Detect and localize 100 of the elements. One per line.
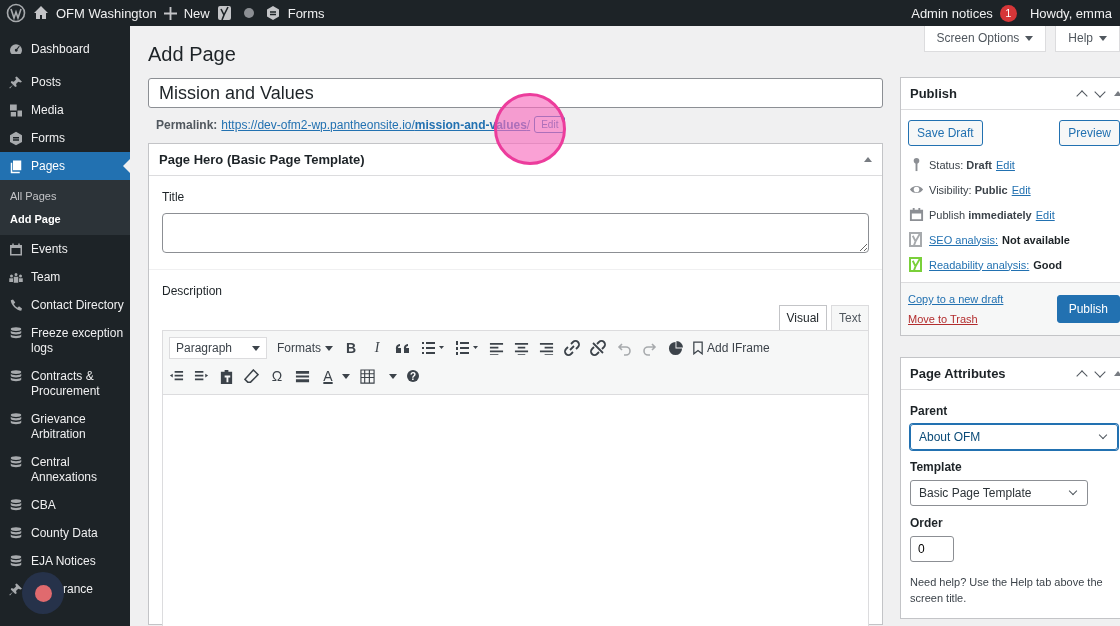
italic-button[interactable]: I <box>369 340 385 356</box>
sidebar-item[interactable]: EJA Notices <box>0 547 130 575</box>
sidebar-item[interactable]: CBA <box>0 491 130 519</box>
order-field[interactable]: 0 <box>910 536 954 562</box>
screen-meta-tab[interactable]: Help <box>1055 26 1120 52</box>
formats-menu[interactable]: Formats <box>277 341 333 355</box>
submenu-item[interactable]: Add Page <box>0 208 130 231</box>
sidebar-item[interactable]: Contact Directory <box>0 291 130 319</box>
trash-link[interactable]: Move to Trash <box>908 313 1004 325</box>
sidebar-item[interactable]: Central Annexations <box>0 448 130 491</box>
plus-icon[interactable] <box>163 6 177 20</box>
collapse-icon[interactable] <box>1114 91 1120 96</box>
status-dot-icon[interactable] <box>243 8 254 18</box>
caret-icon <box>1099 35 1107 41</box>
horizontal-rule-icon[interactable] <box>295 368 310 384</box>
clipboard-icon[interactable] <box>219 368 234 384</box>
title-input-field[interactable] <box>162 213 869 253</box>
database-icon <box>8 553 24 569</box>
field-label: Order <box>910 516 944 530</box>
forms-icon <box>8 130 24 146</box>
page-heading: Add Page <box>148 42 237 67</box>
title-field[interactable]: Mission and Values <box>148 78 883 108</box>
save-draft-button[interactable]: Save Draft <box>908 120 983 146</box>
special-character-button[interactable]: Ω <box>269 368 285 384</box>
caret-icon <box>1025 35 1034 41</box>
sidebar-item[interactable]: Forms <box>0 124 130 152</box>
field-label: Description <box>162 284 224 298</box>
panel-title: Page Attributes <box>910 366 1006 381</box>
calendar-icon <box>8 241 24 257</box>
publish-button[interactable]: Publish <box>1056 295 1120 323</box>
analysis-link[interactable]: SEO analysis: <box>929 233 999 246</box>
gauge-icon <box>8 41 24 57</box>
parent-select[interactable]: About OFM <box>910 424 1118 450</box>
analysis-result: Not available <box>1002 233 1070 246</box>
eraser-icon[interactable] <box>244 368 259 384</box>
unlink-icon[interactable] <box>590 340 606 356</box>
sidebar-item[interactable]: rance <box>0 575 130 603</box>
analysis-link[interactable]: Readability analysis: <box>929 258 1030 271</box>
collapse-icon[interactable] <box>864 157 872 162</box>
numbered-list-icon[interactable] <box>455 340 479 356</box>
bulleted-list-icon[interactable] <box>421 340 445 356</box>
site-name-link[interactable]: OFM Washington <box>56 5 157 21</box>
y-logo-icon[interactable] <box>216 5 233 21</box>
sidebar-item[interactable]: Posts <box>0 68 130 96</box>
pin-icon <box>8 581 24 597</box>
publish-setting: Visibility: Public <box>929 183 1008 196</box>
database-icon <box>8 368 24 384</box>
home-icon[interactable] <box>33 5 49 21</box>
panel-title: Page Hero (Basic Page Template) <box>159 152 365 167</box>
pages-icon <box>8 158 24 174</box>
admin-notices-link[interactable]: Admin notices <box>911 5 993 21</box>
pie-chart-icon[interactable] <box>668 340 683 356</box>
align-right-icon[interactable] <box>539 340 554 356</box>
analysis-result: Good <box>1033 258 1062 271</box>
database-icon <box>8 525 24 541</box>
block-format-select[interactable]: Paragraph <box>169 337 267 359</box>
sidebar-item[interactable]: Events <box>0 235 130 263</box>
sidebar-item[interactable]: Contracts & Procurement <box>0 362 130 405</box>
help-button[interactable]: ? <box>407 370 419 382</box>
align-center-icon[interactable] <box>514 340 529 356</box>
database-icon <box>8 325 24 341</box>
text-color-button[interactable]: A <box>320 368 336 384</box>
table-icon[interactable] <box>360 368 375 384</box>
template-select[interactable]: Basic Page Template <box>910 480 1088 506</box>
align-left-icon[interactable] <box>489 340 504 356</box>
media-icon <box>8 102 24 118</box>
field-label: Parent <box>910 404 949 418</box>
preview-button[interactable]: Preview <box>1059 120 1120 146</box>
sidebar-item[interactable]: Freeze exception logs <box>0 319 130 362</box>
sidebar-item[interactable]: Dashboard <box>0 35 130 63</box>
editor-tab[interactable]: Visual <box>778 305 827 330</box>
collapse-icon[interactable] <box>1114 371 1120 376</box>
screen-meta-tab[interactable]: Screen Options <box>923 26 1047 52</box>
panel-title: Publish <box>910 86 957 101</box>
edit-link[interactable]: Edit <box>1035 208 1055 221</box>
database-icon <box>8 497 24 513</box>
sidebar-item[interactable]: Media <box>0 96 130 124</box>
publish-setting: Publish immediately <box>929 208 1032 221</box>
sidebar-item[interactable]: Pages <box>0 152 130 180</box>
add-iframe-button[interactable]: Add IFrame <box>693 341 770 355</box>
recording-indicator[interactable] <box>22 572 64 614</box>
pin-icon <box>8 74 24 90</box>
edit-link[interactable]: Edit <box>995 158 1015 171</box>
edit-link[interactable]: Edit <box>1011 183 1031 196</box>
database-icon <box>8 411 24 427</box>
new-link[interactable]: New <box>183 5 210 21</box>
sidebar-item[interactable]: Grievance Arbitration <box>0 405 130 448</box>
account-link[interactable]: Howdy, emma <box>1029 5 1112 21</box>
field-label: Template <box>910 460 963 474</box>
sidebar-item[interactable]: Team <box>0 263 130 291</box>
notice-count: 1 <box>999 4 1017 22</box>
copy-draft-link[interactable]: Copy to a new draft <box>908 293 1004 305</box>
forms-icon[interactable] <box>264 5 281 21</box>
sidebar-item[interactable]: County Data <box>0 519 130 547</box>
link-icon[interactable] <box>564 340 580 356</box>
submenu-item[interactable]: All Pages <box>0 185 130 208</box>
bold-button[interactable]: B <box>343 340 359 356</box>
forms-link[interactable]: Forms <box>287 5 325 21</box>
wordpress-logo-icon[interactable] <box>6 3 26 23</box>
editor-tab[interactable]: Text <box>831 305 869 330</box>
